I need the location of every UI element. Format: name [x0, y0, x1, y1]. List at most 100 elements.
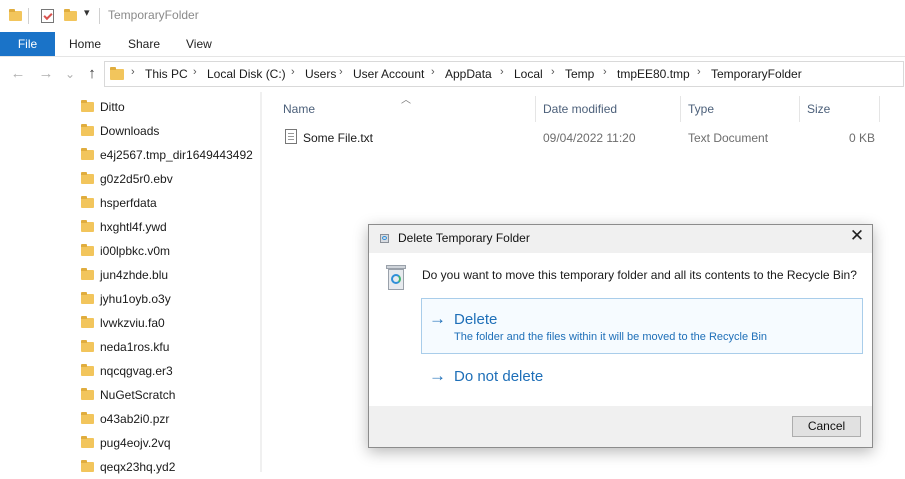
folder-icon: [81, 340, 94, 352]
chevron-right-icon[interactable]: ›: [291, 66, 295, 78]
tree-item[interactable]: lvwkzviu.fa0: [80, 313, 255, 335]
cancel-button[interactable]: Cancel: [792, 416, 861, 437]
properties-icon[interactable]: [41, 9, 54, 23]
recycle-bin-icon: [384, 265, 408, 291]
file-type: Text Document: [688, 131, 769, 145]
column-divider[interactable]: [680, 96, 681, 122]
tree-item[interactable]: i00lpbkc.v0m: [80, 241, 255, 263]
chevron-right-icon[interactable]: ›: [193, 66, 197, 78]
tree-item[interactable]: pug4eojv.2vq: [80, 433, 255, 455]
recent-locations-icon[interactable]: ⌄: [60, 62, 80, 86]
folder-icon: [9, 9, 22, 21]
tree-item-label: hsperfdata: [100, 196, 157, 210]
chevron-right-icon[interactable]: ›: [697, 66, 701, 78]
chevron-right-icon[interactable]: ›: [431, 66, 435, 78]
folder-icon: [81, 220, 94, 232]
tree-item-label: jun4zhde.blu: [100, 268, 169, 282]
tree-item[interactable]: g0z2d5r0.ebv: [80, 169, 255, 191]
divider: [28, 8, 29, 24]
chevron-right-icon[interactable]: ›: [551, 66, 555, 78]
tree-item[interactable]: o43ab2i0.pzr: [80, 409, 255, 431]
tree-item-label: g0z2d5r0.ebv: [100, 172, 173, 186]
forward-icon[interactable]: →: [36, 62, 56, 86]
file-name[interactable]: Some File.txt: [303, 131, 373, 145]
delete-description: The folder and the files within it will …: [454, 331, 768, 343]
breadcrumb-temp[interactable]: Temp: [565, 67, 594, 81]
tree-item[interactable]: Downloads: [80, 121, 255, 143]
dialog-question: Do you want to move this temporary folde…: [422, 268, 857, 282]
tree-item[interactable]: NuGetScratch: [80, 385, 255, 407]
tree-item-label: neda1ros.kfu: [100, 340, 170, 354]
column-header-type[interactable]: Type: [688, 102, 714, 116]
file-size: 0 KB: [849, 131, 876, 145]
tab-home[interactable]: Home: [69, 32, 101, 56]
column-divider[interactable]: [799, 96, 800, 122]
folder-icon: [81, 436, 94, 448]
tree-item[interactable]: hxghtl4f.ywd: [80, 217, 255, 239]
chevron-right-icon[interactable]: ›: [603, 66, 607, 78]
column-header-size[interactable]: Size: [807, 102, 830, 116]
up-icon[interactable]: ↑: [82, 62, 102, 86]
folder-icon: [81, 268, 94, 280]
folder-icon: [81, 316, 94, 328]
tree-item[interactable]: jyhu1oyb.o3y: [80, 289, 255, 311]
quick-access-dropdown-icon[interactable]: ▾: [84, 6, 90, 19]
tree-item-label: pug4eojv.2vq: [100, 436, 171, 450]
tree-item[interactable]: jun4zhde.blu: [80, 265, 255, 287]
tree-item[interactable]: hsperfdata: [80, 193, 255, 215]
chevron-right-icon[interactable]: ›: [339, 66, 343, 78]
folder-icon: [81, 172, 94, 184]
folder-icon: [81, 196, 94, 208]
tree-item[interactable]: neda1ros.kfu: [80, 337, 255, 359]
column-divider[interactable]: [879, 96, 880, 122]
chevron-right-icon[interactable]: ›: [500, 66, 504, 78]
folder-icon: [81, 364, 94, 376]
folder-icon: [81, 460, 94, 472]
arrow-right-icon: →: [429, 366, 446, 385]
breadcrumb-local[interactable]: Local: [514, 67, 543, 81]
text-file-icon: [285, 129, 297, 144]
tree-item-label: jyhu1oyb.o3y: [100, 292, 171, 306]
folder-icon: [81, 124, 94, 136]
column-header-date-modified[interactable]: Date modified: [543, 102, 617, 116]
tab-file[interactable]: File: [0, 32, 55, 56]
folder-icon: [81, 388, 94, 400]
breadcrumb-this-pc[interactable]: This PC: [145, 67, 188, 81]
breadcrumb-tmpee80[interactable]: tmpEE80.tmp: [617, 67, 690, 81]
tree-item-label: NuGetScratch: [100, 388, 176, 402]
folder-icon: [81, 244, 94, 256]
recycle-bin-icon: [379, 232, 390, 243]
tree-item[interactable]: nqcqgvag.er3: [80, 361, 255, 383]
back-icon[interactable]: ←: [8, 62, 28, 86]
folder-icon: [81, 100, 94, 112]
tree-item-label: i00lpbkc.v0m: [100, 244, 171, 258]
tree-scrollbar[interactable]: [260, 92, 262, 472]
tree-item-label: Ditto: [100, 100, 125, 114]
tab-share[interactable]: Share: [128, 32, 160, 56]
tree-item-label: nqcqgvag.er3: [100, 364, 173, 378]
do-not-delete-label[interactable]: Do not delete: [454, 368, 543, 385]
tree-item-label: Downloads: [100, 124, 160, 138]
breadcrumb-temporaryfolder[interactable]: TemporaryFolder: [711, 67, 802, 81]
breadcrumb-local-disk[interactable]: Local Disk (C:): [207, 67, 286, 81]
tree-item-label: lvwkzviu.fa0: [100, 316, 165, 330]
window-title: TemporaryFolder: [108, 8, 199, 22]
tree-item-label: o43ab2i0.pzr: [100, 412, 170, 426]
column-header-name[interactable]: Name: [283, 102, 315, 116]
breadcrumb-users[interactable]: Users: [305, 67, 336, 81]
close-icon[interactable]: ✕: [848, 227, 866, 245]
file-date: 09/04/2022 11:20: [543, 131, 636, 145]
breadcrumb-appdata[interactable]: AppData: [445, 67, 492, 81]
tree-item[interactable]: e4j2567.tmp_dir1649443492: [80, 145, 255, 167]
divider: [99, 8, 100, 24]
chevron-right-icon[interactable]: ›: [131, 66, 135, 78]
folder-icon: [81, 412, 94, 424]
breadcrumb-user-account[interactable]: User Account: [353, 67, 424, 81]
tree-item[interactable]: Ditto: [80, 97, 255, 119]
column-divider[interactable]: [535, 96, 536, 122]
folder-icon: [81, 148, 94, 160]
tab-view[interactable]: View: [186, 32, 212, 56]
tree-item[interactable]: qeqx23hq.yd2: [80, 457, 255, 479]
delete-label[interactable]: Delete: [454, 311, 497, 328]
new-folder-icon[interactable]: [64, 9, 77, 21]
